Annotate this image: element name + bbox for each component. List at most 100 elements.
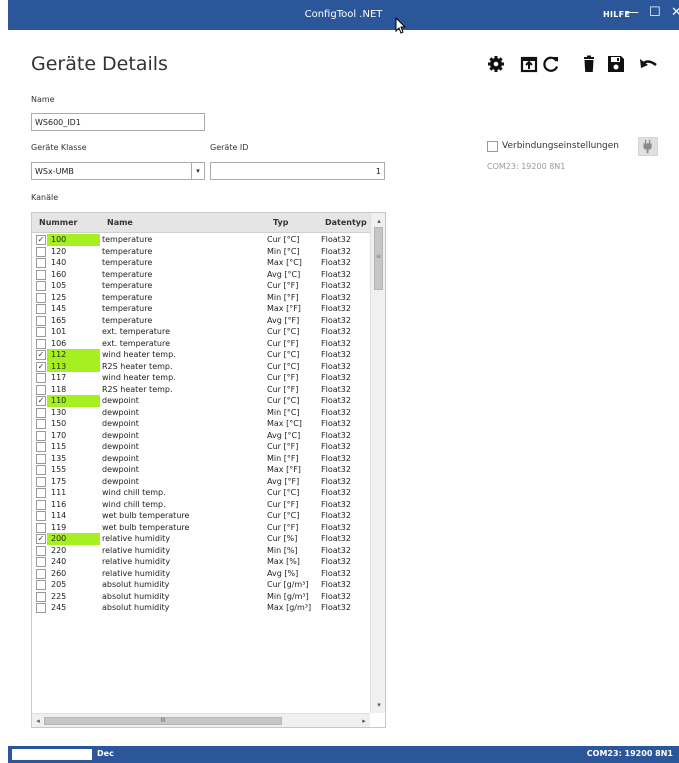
row-checkbox[interactable] [36, 522, 46, 533]
table-row[interactable]: 120 temperature Min [°C] Float32 [32, 246, 370, 258]
row-checkbox[interactable] [36, 488, 46, 498]
table-row[interactable]: 165 temperature Avg [°F] Float32 [32, 315, 370, 327]
channels-grid[interactable]: Nummer Name Typ Datentyp ✓ 100 temperature… [31, 212, 386, 728]
vertical-scrollbar[interactable]: ▴ ≡ ▾ [370, 213, 385, 713]
name-field[interactable]: WS600_ID1 [31, 113, 205, 131]
table-row[interactable]: 111 wind chill temp. Cur [°C] Float32 [32, 487, 370, 499]
row-checkbox[interactable] [36, 407, 46, 418]
row-checkbox[interactable] [36, 269, 46, 280]
table-row[interactable]: 106 ext. temperature Cur [°F] Float32 [32, 338, 370, 350]
minimize-button[interactable]: — [626, 5, 639, 21]
row-checkbox[interactable] [36, 281, 46, 291]
vertical-scroll-thumb[interactable]: ≡ [374, 227, 383, 290]
refresh-button[interactable] [540, 53, 562, 75]
row-checkbox[interactable] [36, 384, 46, 395]
row-checkbox[interactable] [36, 511, 46, 521]
row-checkbox[interactable] [36, 327, 46, 337]
table-row[interactable]: 135 dewpoint Min [°F] Float32 [32, 453, 370, 465]
device-id-field[interactable]: 1 [210, 162, 385, 180]
table-row[interactable]: 260 relative humidity Avg [%] Float32 [32, 568, 370, 580]
table-row[interactable]: 240 relative humidity Max [%] Float32 [32, 556, 370, 568]
table-row[interactable]: 101 ext. temperature Cur [°C] Float32 [32, 326, 370, 338]
row-checkbox[interactable] [36, 373, 46, 383]
horizontal-scrollbar[interactable]: ◂ III ▸ [32, 713, 370, 727]
scroll-down-icon[interactable]: ▾ [371, 699, 385, 711]
row-checkbox[interactable] [36, 292, 46, 303]
row-checkbox[interactable] [36, 591, 46, 602]
connect-button[interactable] [638, 137, 658, 156]
table-row[interactable]: ✓ 110 dewpoint Cur [°C] Float32 [32, 395, 370, 407]
table-row[interactable]: 245 absolut humidity Max [g/m³] Float32 [32, 602, 370, 614]
save-icon [608, 56, 624, 72]
row-checkbox[interactable]: ✓ [36, 534, 46, 544]
table-row[interactable]: 205 absolut humidity Cur [g/m³] Float32 [32, 579, 370, 591]
row-checkbox[interactable] [36, 338, 46, 349]
table-row[interactable]: ✓ 112 wind heater temp. Cur [°C] Float32 [32, 349, 370, 361]
channel-datatype: Float32 [321, 511, 351, 520]
export-button[interactable] [518, 53, 540, 75]
row-checkbox[interactable] [36, 499, 46, 510]
table-row[interactable]: 155 dewpoint Max [°F] Float32 [32, 464, 370, 476]
table-row[interactable]: 170 dewpoint Avg [°C] Float32 [32, 430, 370, 442]
table-row[interactable]: 160 temperature Avg [°C] Float32 [32, 269, 370, 281]
row-checkbox[interactable]: ✓ [36, 235, 46, 245]
table-row[interactable]: 105 temperature Cur [°F] Float32 [32, 280, 370, 292]
table-row[interactable]: 220 relative humidity Min [%] Float32 [32, 545, 370, 557]
connection-settings-checkbox[interactable] [487, 141, 498, 152]
device-class-dropdown[interactable]: WSx-UMB ▾ [31, 162, 205, 180]
column-header-name[interactable]: Name [107, 218, 133, 227]
maximize-button[interactable]: ☐ [649, 5, 661, 21]
row-checkbox[interactable] [36, 315, 46, 326]
row-checkbox[interactable] [36, 258, 46, 268]
table-row[interactable]: 150 dewpoint Max [°C] Float32 [32, 418, 370, 430]
table-row[interactable]: 115 dewpoint Cur [°F] Float32 [32, 441, 370, 453]
row-checkbox[interactable] [36, 545, 46, 556]
row-checkbox[interactable] [36, 453, 46, 464]
row-checkbox[interactable]: ✓ [36, 361, 46, 372]
table-row[interactable]: 140 temperature Max [°C] Float32 [32, 257, 370, 269]
row-checkbox[interactable] [36, 442, 46, 452]
scroll-right-icon[interactable]: ▸ [358, 714, 370, 727]
channel-datatype: Float32 [321, 327, 351, 336]
scroll-up-icon[interactable]: ▴ [371, 215, 385, 227]
row-checkbox[interactable] [36, 304, 46, 314]
table-row[interactable]: 125 temperature Min [°F] Float32 [32, 292, 370, 304]
table-row[interactable]: ✓ 113 R2S heater temp. Cur [°C] Float32 [32, 360, 370, 372]
undo-button[interactable] [637, 53, 659, 75]
table-row[interactable]: 119 wet bulb temperature Cur [°F] Float32 [32, 522, 370, 534]
column-header-datatype[interactable]: Datentyp [325, 218, 367, 227]
close-button[interactable]: ✕ [671, 5, 679, 21]
row-checkbox[interactable] [36, 465, 46, 475]
column-header-number[interactable]: Nummer [39, 218, 77, 227]
row-checkbox[interactable] [36, 603, 46, 613]
table-row[interactable]: ✓ 200 relative humidity Cur [%] Float32 [32, 533, 370, 545]
table-row[interactable]: ✓ 100 temperature Cur [°C] Float32 [32, 234, 370, 246]
row-checkbox[interactable] [36, 476, 46, 487]
row-checkbox[interactable] [36, 430, 46, 441]
horizontal-scroll-thumb[interactable]: III [44, 717, 282, 725]
settings-button[interactable] [485, 53, 507, 75]
table-row[interactable]: 145 temperature Max [°F] Float32 [32, 303, 370, 315]
row-checkbox[interactable] [36, 557, 46, 567]
table-row[interactable]: 117 wind heater temp. Cur [°F] Float32 [32, 372, 370, 384]
channel-type: Max [g/m³] [267, 603, 312, 612]
progress-bar [12, 749, 92, 760]
row-checkbox[interactable] [36, 419, 46, 429]
row-checkbox[interactable]: ✓ [36, 350, 46, 360]
delete-button[interactable] [578, 53, 600, 75]
table-row[interactable]: 114 wet bulb temperature Cur [°C] Float32 [32, 510, 370, 522]
table-row[interactable]: 116 wind chill temp. Cur [°F] Float32 [32, 499, 370, 511]
table-row[interactable]: 118 R2S heater temp. Cur [°F] Float32 [32, 384, 370, 396]
row-checkbox[interactable] [36, 568, 46, 579]
table-row[interactable]: 225 absolut humidity Min [g/m³] Float32 [32, 591, 370, 603]
channel-number: 200 [47, 533, 100, 545]
scroll-left-icon[interactable]: ◂ [32, 714, 44, 727]
column-header-type[interactable]: Typ [273, 218, 288, 227]
table-row[interactable]: 175 dewpoint Avg [°F] Float32 [32, 476, 370, 488]
save-button[interactable] [605, 53, 627, 75]
channel-name: ext. temperature [102, 327, 171, 336]
row-checkbox[interactable] [36, 580, 46, 590]
row-checkbox[interactable]: ✓ [36, 396, 46, 406]
row-checkbox[interactable] [36, 246, 46, 257]
table-row[interactable]: 130 dewpoint Min [°C] Float32 [32, 407, 370, 419]
